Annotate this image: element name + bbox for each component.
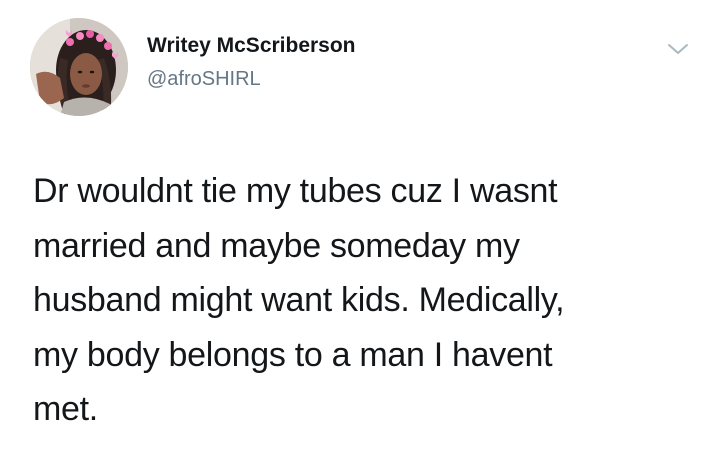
- tweet-text-line: married and maybe someday my: [33, 226, 520, 265]
- author-display-name[interactable]: Writey McScriberson: [147, 34, 356, 58]
- author-handle[interactable]: @afroSHIRL: [147, 68, 261, 91]
- tweet-text-line: husband might want kids. Medically,: [33, 281, 565, 319]
- chevron-down-icon[interactable]: [666, 40, 690, 58]
- tweet-text-line: Dr wouldnt tie my tubes cuz I wasnt: [33, 172, 558, 210]
- tweet-text: Dr wouldnt tie my tubes cuz I wasnt marr…: [33, 164, 673, 437]
- tweet-card: Writey McScriberson @afroSHIRL Dr wouldn…: [0, 0, 720, 476]
- avatar[interactable]: [30, 18, 128, 116]
- tweet-text-line: my body belongs to a man I havent: [33, 335, 553, 374]
- profile-photo-icon: [30, 18, 128, 116]
- tweet-text-line: met.: [33, 390, 98, 428]
